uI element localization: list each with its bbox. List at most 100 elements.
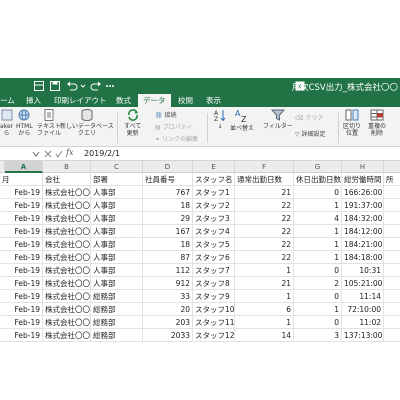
cell-total-hours[interactable]: 184:21:00 (342, 238, 384, 251)
sort-az-button[interactable]: AZ ↓ (213, 109, 227, 130)
cell-regular-days[interactable]: 1 (235, 264, 294, 277)
cell-department[interactable]: 人事部 (91, 186, 143, 199)
cell-staff-name[interactable]: スタッフ8 (193, 277, 235, 290)
cell-holiday-days[interactable]: 1 (294, 238, 342, 251)
cell-regular-days[interactable]: 21 (235, 277, 294, 290)
column-header-i[interactable] (384, 161, 400, 173)
quick-access-menu-icon[interactable] (106, 81, 114, 91)
cell-month[interactable]: Feb-19 (0, 264, 43, 277)
remove-duplicates-button[interactable]: 重複の 削除 (368, 109, 386, 137)
cell-empty[interactable] (384, 199, 400, 212)
header-cell-department[interactable]: 部署 (91, 173, 143, 186)
cell-total-hours[interactable]: 191:37:00 (342, 199, 384, 212)
cell-month[interactable]: Feb-19 (0, 303, 43, 316)
cell-holiday-days[interactable]: 3 (294, 329, 342, 342)
cell-department[interactable]: 人事部 (91, 225, 143, 238)
cell-month[interactable]: Feb-19 (0, 199, 43, 212)
from-text-button[interactable]: テキスト ファイル (37, 109, 61, 137)
chevron-down-icon[interactable] (32, 150, 40, 158)
cell-department[interactable]: 人事部 (91, 251, 143, 264)
cell-company[interactable]: 株式会社〇〇〇 (43, 329, 91, 342)
cell-company[interactable]: 株式会社〇〇〇 (43, 186, 91, 199)
tab-review[interactable]: 校閲 (178, 94, 193, 107)
cell-total-hours[interactable]: 166:26:00 (342, 186, 384, 199)
column-header-d[interactable]: D (143, 161, 193, 173)
cell-staff-name[interactable]: スタッフ1 (193, 186, 235, 199)
cell-company[interactable]: 株式会社〇〇〇 (43, 225, 91, 238)
cell-department[interactable]: 総務部 (91, 303, 143, 316)
cell-department[interactable]: 人事部 (91, 264, 143, 277)
cell-empty[interactable] (384, 238, 400, 251)
cell-regular-days[interactable]: 6 (235, 303, 294, 316)
cell-department[interactable]: 人事部 (91, 277, 143, 290)
cancel-icon[interactable] (44, 150, 52, 158)
cell-employee-no[interactable]: 912 (143, 277, 193, 290)
insert-function-button[interactable]: fx (66, 148, 73, 157)
cell-total-hours[interactable]: 11:02 (342, 316, 384, 329)
text-to-columns-button[interactable]: 区切り 位置 (343, 109, 361, 137)
save-icon[interactable] (50, 81, 60, 91)
connections-button[interactable]: ⛓ 接続 (155, 110, 177, 119)
cell-total-hours[interactable]: 137:13:00 (342, 329, 384, 342)
cell-empty[interactable] (384, 329, 400, 342)
cell-month[interactable]: Feb-19 (0, 251, 43, 264)
cell-department[interactable]: 総務部 (91, 329, 143, 342)
cell-regular-days[interactable]: 22 (235, 212, 294, 225)
cell-holiday-days[interactable]: 2 (294, 277, 342, 290)
cell-department[interactable]: 総務部 (91, 316, 143, 329)
properties-button[interactable]: ▤ プロパティ (155, 122, 192, 131)
header-cell-staff-name[interactable]: スタッフ名 (193, 173, 235, 186)
cell-regular-days[interactable]: 22 (235, 199, 294, 212)
cell-employee-no[interactable]: 18 (143, 238, 193, 251)
cell-regular-days[interactable]: 22 (235, 225, 294, 238)
cell-empty[interactable] (384, 186, 400, 199)
cell-holiday-days[interactable]: 0 (294, 264, 342, 277)
cell-company[interactable]: 株式会社〇〇〇 (43, 303, 91, 316)
cell-holiday-days[interactable]: 1 (294, 303, 342, 316)
cell-staff-name[interactable]: スタッフ3 (193, 212, 235, 225)
header-cell-month[interactable]: 月 (0, 173, 43, 186)
cell-employee-no[interactable]: 33 (143, 290, 193, 303)
cell-total-hours[interactable]: 10:31 (342, 264, 384, 277)
cell-company[interactable]: 株式会社〇〇〇 (43, 251, 91, 264)
cell-staff-name[interactable]: スタッフ5 (193, 238, 235, 251)
cell-month[interactable]: Feb-19 (0, 290, 43, 303)
cell-month[interactable]: Feb-19 (0, 212, 43, 225)
cell-employee-no[interactable]: 2033 (143, 329, 193, 342)
column-header-b[interactable]: B (43, 161, 91, 173)
cell-staff-name[interactable]: スタッフ7 (193, 264, 235, 277)
cell-regular-days[interactable]: 14 (235, 329, 294, 342)
cell-employee-no[interactable]: 167 (143, 225, 193, 238)
column-header-g[interactable]: G (294, 161, 342, 173)
clear-filter-button[interactable]: ⌫ クリア (295, 113, 323, 122)
cell-regular-days[interactable]: 1 (235, 290, 294, 303)
cell-staff-name[interactable]: スタッフ2 (193, 199, 235, 212)
cell-total-hours[interactable]: 184:18:00 (342, 251, 384, 264)
cell-department[interactable]: 人事部 (91, 212, 143, 225)
cell-month[interactable]: Feb-19 (0, 225, 43, 238)
cell-staff-name[interactable]: スタッフ10 (193, 303, 235, 316)
cell-total-hours[interactable]: 184:12:00 (342, 225, 384, 238)
cell-empty[interactable] (384, 225, 400, 238)
redo-icon[interactable] (90, 81, 102, 91)
cell-month[interactable]: Feb-19 (0, 329, 43, 342)
cell-staff-name[interactable]: スタッフ12 (193, 329, 235, 342)
cell-holiday-days[interactable]: 4 (294, 212, 342, 225)
cell-month[interactable]: Feb-19 (0, 277, 43, 290)
cell-company[interactable]: 株式会社〇〇〇 (43, 290, 91, 303)
cell-staff-name[interactable]: スタッフ6 (193, 251, 235, 264)
cell-company[interactable]: 株式会社〇〇〇 (43, 277, 91, 290)
excel-app-icon[interactable] (34, 81, 44, 91)
confirm-icon[interactable] (55, 150, 63, 158)
edit-links-button[interactable]: ⚭ リンクの編集 (155, 134, 198, 143)
new-database-query-button[interactable]: 新しいデータベース クエリ (60, 109, 114, 137)
cell-total-hours[interactable]: 11:14 (342, 290, 384, 303)
cell-holiday-days[interactable]: 1 (294, 225, 342, 238)
cell-month[interactable]: Feb-19 (0, 186, 43, 199)
tab-data[interactable]: データ (138, 94, 171, 107)
cell-regular-days[interactable]: 1 (235, 316, 294, 329)
header-cell-next[interactable]: 所 (384, 173, 400, 186)
from-html-button[interactable]: HTML から (16, 109, 33, 137)
cell-total-hours[interactable]: 72:10:00 (342, 303, 384, 316)
cell-holiday-days[interactable]: 1 (294, 199, 342, 212)
